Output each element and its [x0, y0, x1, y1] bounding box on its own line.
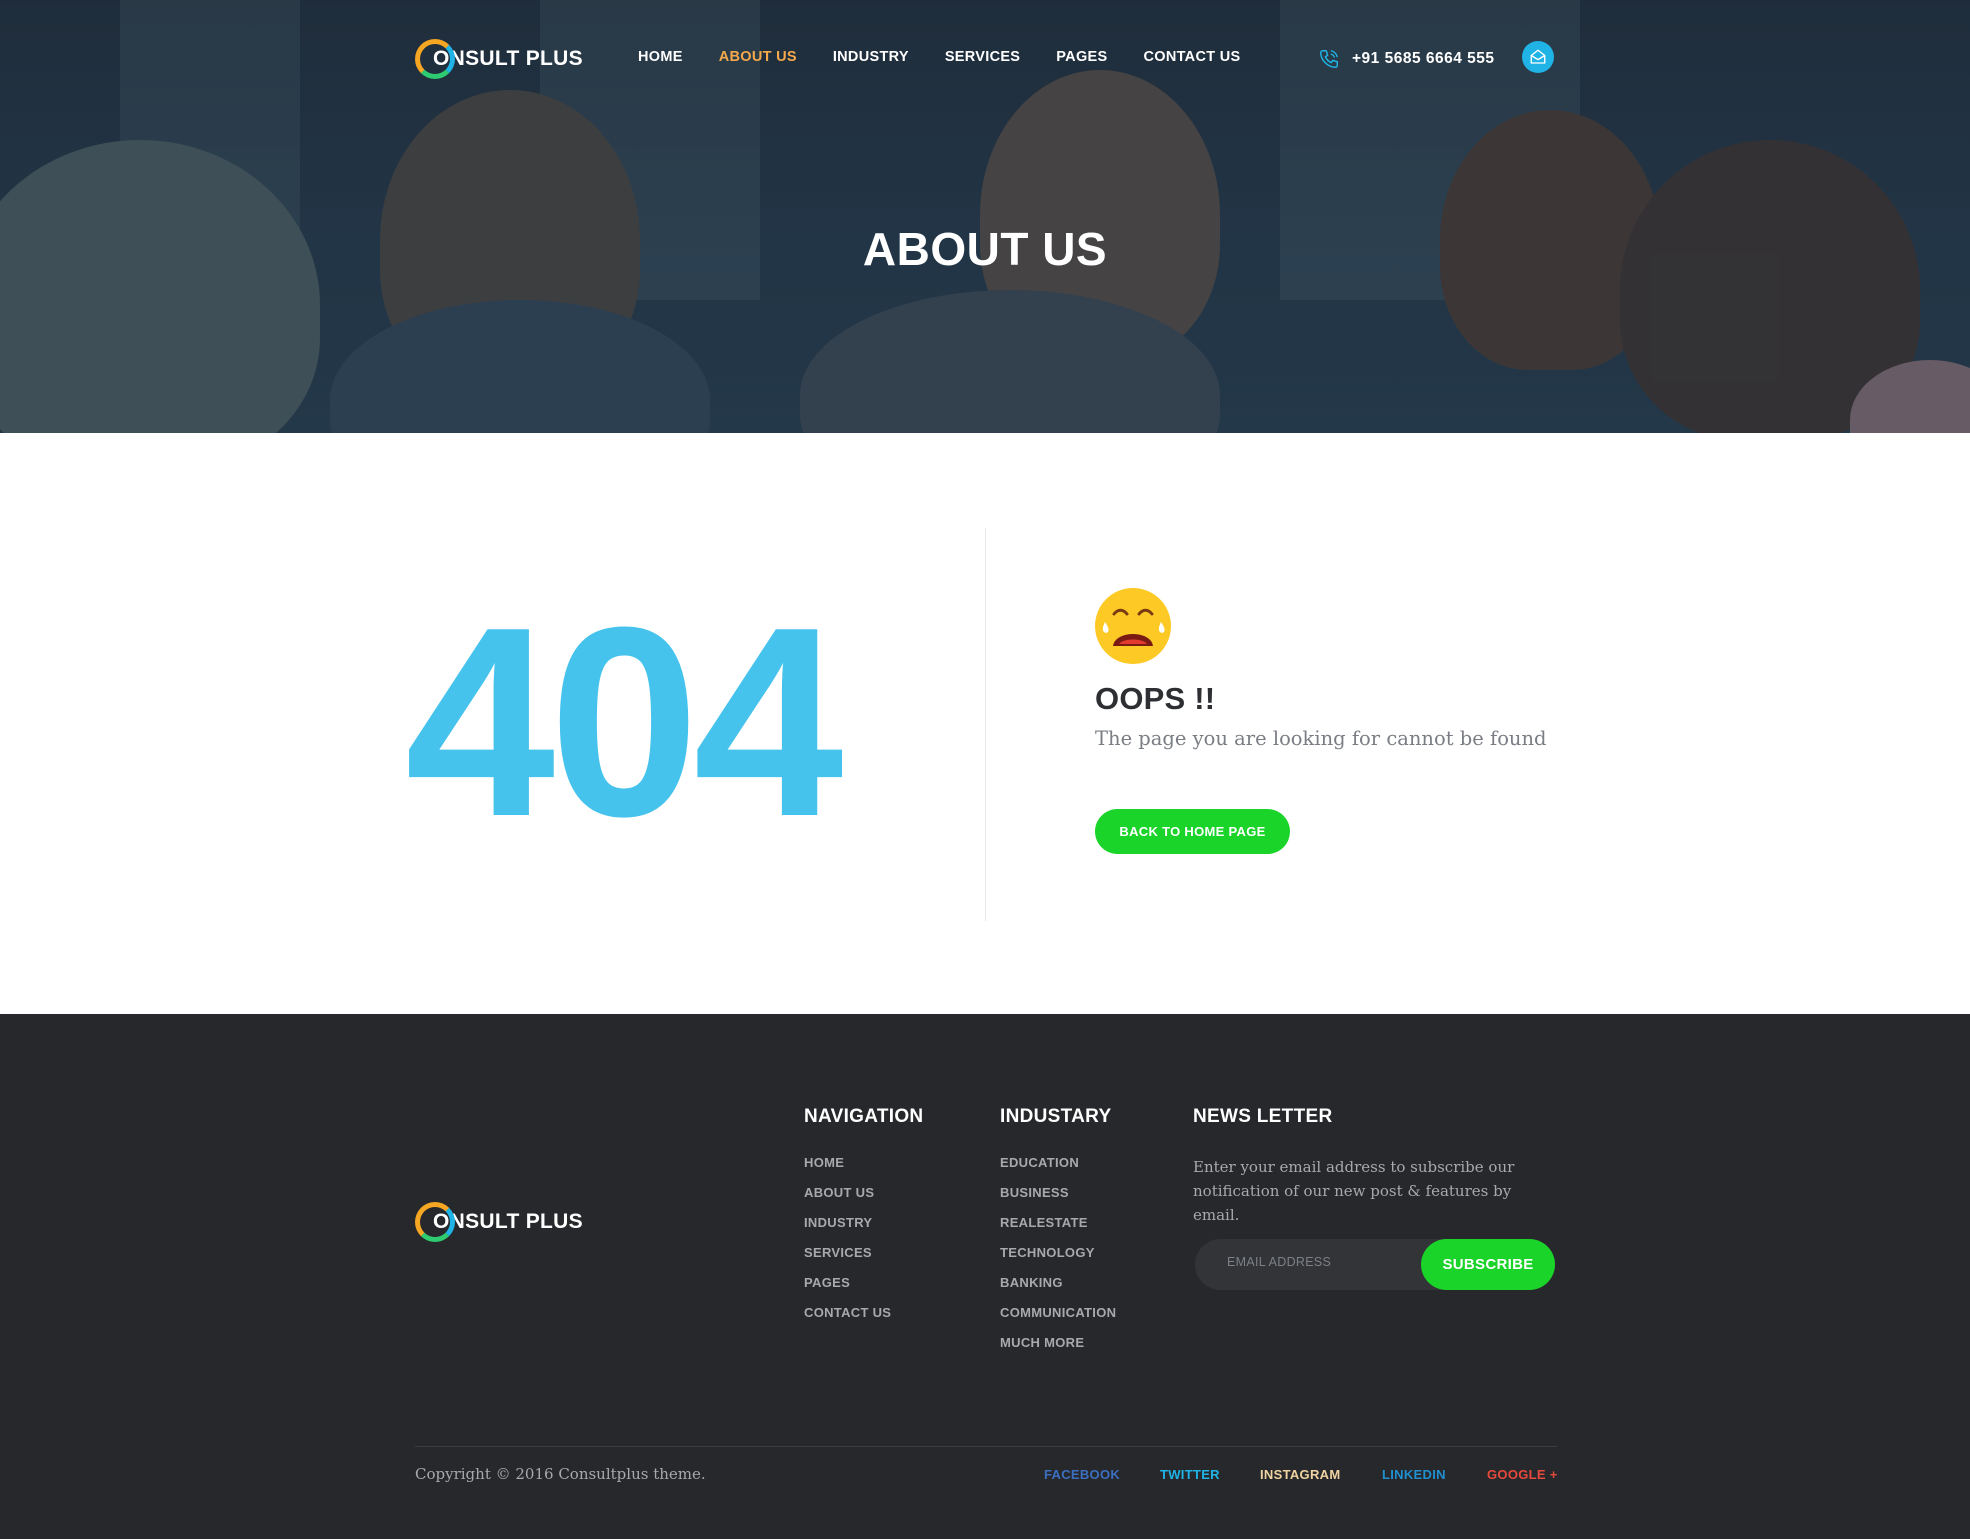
footer-logo[interactable]: ONSULT PLUS [415, 1202, 583, 1242]
back-to-home-button[interactable]: BACK TO HOME PAGE [1095, 809, 1290, 854]
footer-industry-business[interactable]: BUSINESS [1000, 1185, 1116, 1215]
footer-nav-industry[interactable]: INDUSTRY [804, 1215, 923, 1245]
social-twitter-link[interactable]: TWITTER [1160, 1467, 1220, 1482]
mail-button[interactable] [1522, 41, 1554, 73]
footer-nav-home[interactable]: HOME [804, 1155, 923, 1185]
error-message: The page you are looking for cannot be f… [1095, 727, 1547, 750]
copyright: Copyright © 2016 Consultplus theme. [415, 1465, 706, 1483]
page-title: ABOUT US [862, 223, 1108, 275]
footer-industry-realestate[interactable]: REALESTATE [1000, 1215, 1116, 1245]
footer-nav-services[interactable]: SERVICES [804, 1245, 923, 1275]
footer-nav-about-us[interactable]: ABOUT US [804, 1185, 923, 1215]
nav-about-us[interactable]: ABOUT US [719, 49, 797, 65]
email-field[interactable] [1227, 1255, 1407, 1269]
footer-industry-banking[interactable]: BANKING [1000, 1275, 1116, 1305]
footer-industry-technology[interactable]: TECHNOLOGY [1000, 1245, 1116, 1275]
nav-home[interactable]: HOME [638, 49, 683, 65]
site-logo[interactable]: ONSULT PLUS [415, 39, 583, 79]
footer-newsletter-title: NEWS LETTER [1193, 1106, 1333, 1127]
social-google-plus-link[interactable]: GOOGLE + [1487, 1467, 1558, 1482]
footer-divider [415, 1446, 1557, 1447]
mail-icon [1530, 49, 1546, 64]
site-footer: ONSULT PLUS NAVIGATION HOME ABOUT US IND… [0, 1014, 1970, 1539]
site-header: ONSULT PLUS HOME ABOUT US INDUSTRY SERVI… [0, 0, 1970, 120]
logo-ring-icon [415, 39, 455, 79]
phone-icon [1320, 50, 1338, 68]
nav-pages[interactable]: PAGES [1056, 49, 1107, 65]
section-divider [985, 528, 986, 921]
subscribe-button[interactable]: SUBSCRIBE [1421, 1239, 1555, 1290]
footer-nav-contact-us[interactable]: CONTACT US [804, 1305, 923, 1335]
footer-navigation: NAVIGATION HOME ABOUT US INDUSTRY SERVIC… [804, 1106, 923, 1335]
header-phone[interactable]: +91 5685 6664 555 [1318, 48, 1495, 70]
error-code: 404 [405, 572, 843, 873]
footer-industry: INDUSTARY EDUCATION BUSINESS REALESTATE … [1000, 1106, 1116, 1365]
nav-contact-us[interactable]: CONTACT US [1143, 49, 1240, 65]
footer-navigation-title: NAVIGATION [804, 1106, 924, 1127]
logo-ring-icon [415, 1202, 455, 1242]
newsletter-form: SUBSCRIBE [1195, 1239, 1555, 1290]
error-title: OOPS !! [1095, 681, 1216, 716]
phone-number: +91 5685 6664 555 [1352, 50, 1495, 67]
social-linkedin-link[interactable]: LINKEDIN [1382, 1467, 1446, 1482]
footer-nav-pages[interactable]: PAGES [804, 1275, 923, 1305]
nav-services[interactable]: SERVICES [945, 49, 1020, 65]
newsletter-description: Enter your email address to subscribe ou… [1193, 1158, 1515, 1224]
logo-text: ONSULT PLUS [433, 47, 583, 70]
hero-banner: ONSULT PLUS HOME ABOUT US INDUSTRY SERVI… [0, 0, 1970, 433]
footer-industry-education[interactable]: EDUCATION [1000, 1155, 1116, 1185]
social-instagram-link[interactable]: INSTAGRAM [1260, 1467, 1340, 1482]
nav-industry[interactable]: INDUSTRY [833, 49, 909, 65]
social-facebook-link[interactable]: FACEBOOK [1044, 1467, 1120, 1482]
footer-industry-title: INDUSTARY [1000, 1106, 1112, 1127]
logo-text: ONSULT PLUS [433, 1210, 583, 1233]
footer-industry-much-more[interactable]: MUCH MORE [1000, 1335, 1116, 1365]
footer-newsletter: NEWS LETTER Enter your email address to … [1193, 1106, 1553, 1227]
crying-face-icon [1095, 588, 1171, 664]
main-nav: HOME ABOUT US INDUSTRY SERVICES PAGES CO… [638, 49, 1276, 65]
footer-industry-communication[interactable]: COMMUNICATION [1000, 1305, 1116, 1335]
error-section: 404 OOPS !! The page you are looking for… [0, 433, 1970, 1014]
